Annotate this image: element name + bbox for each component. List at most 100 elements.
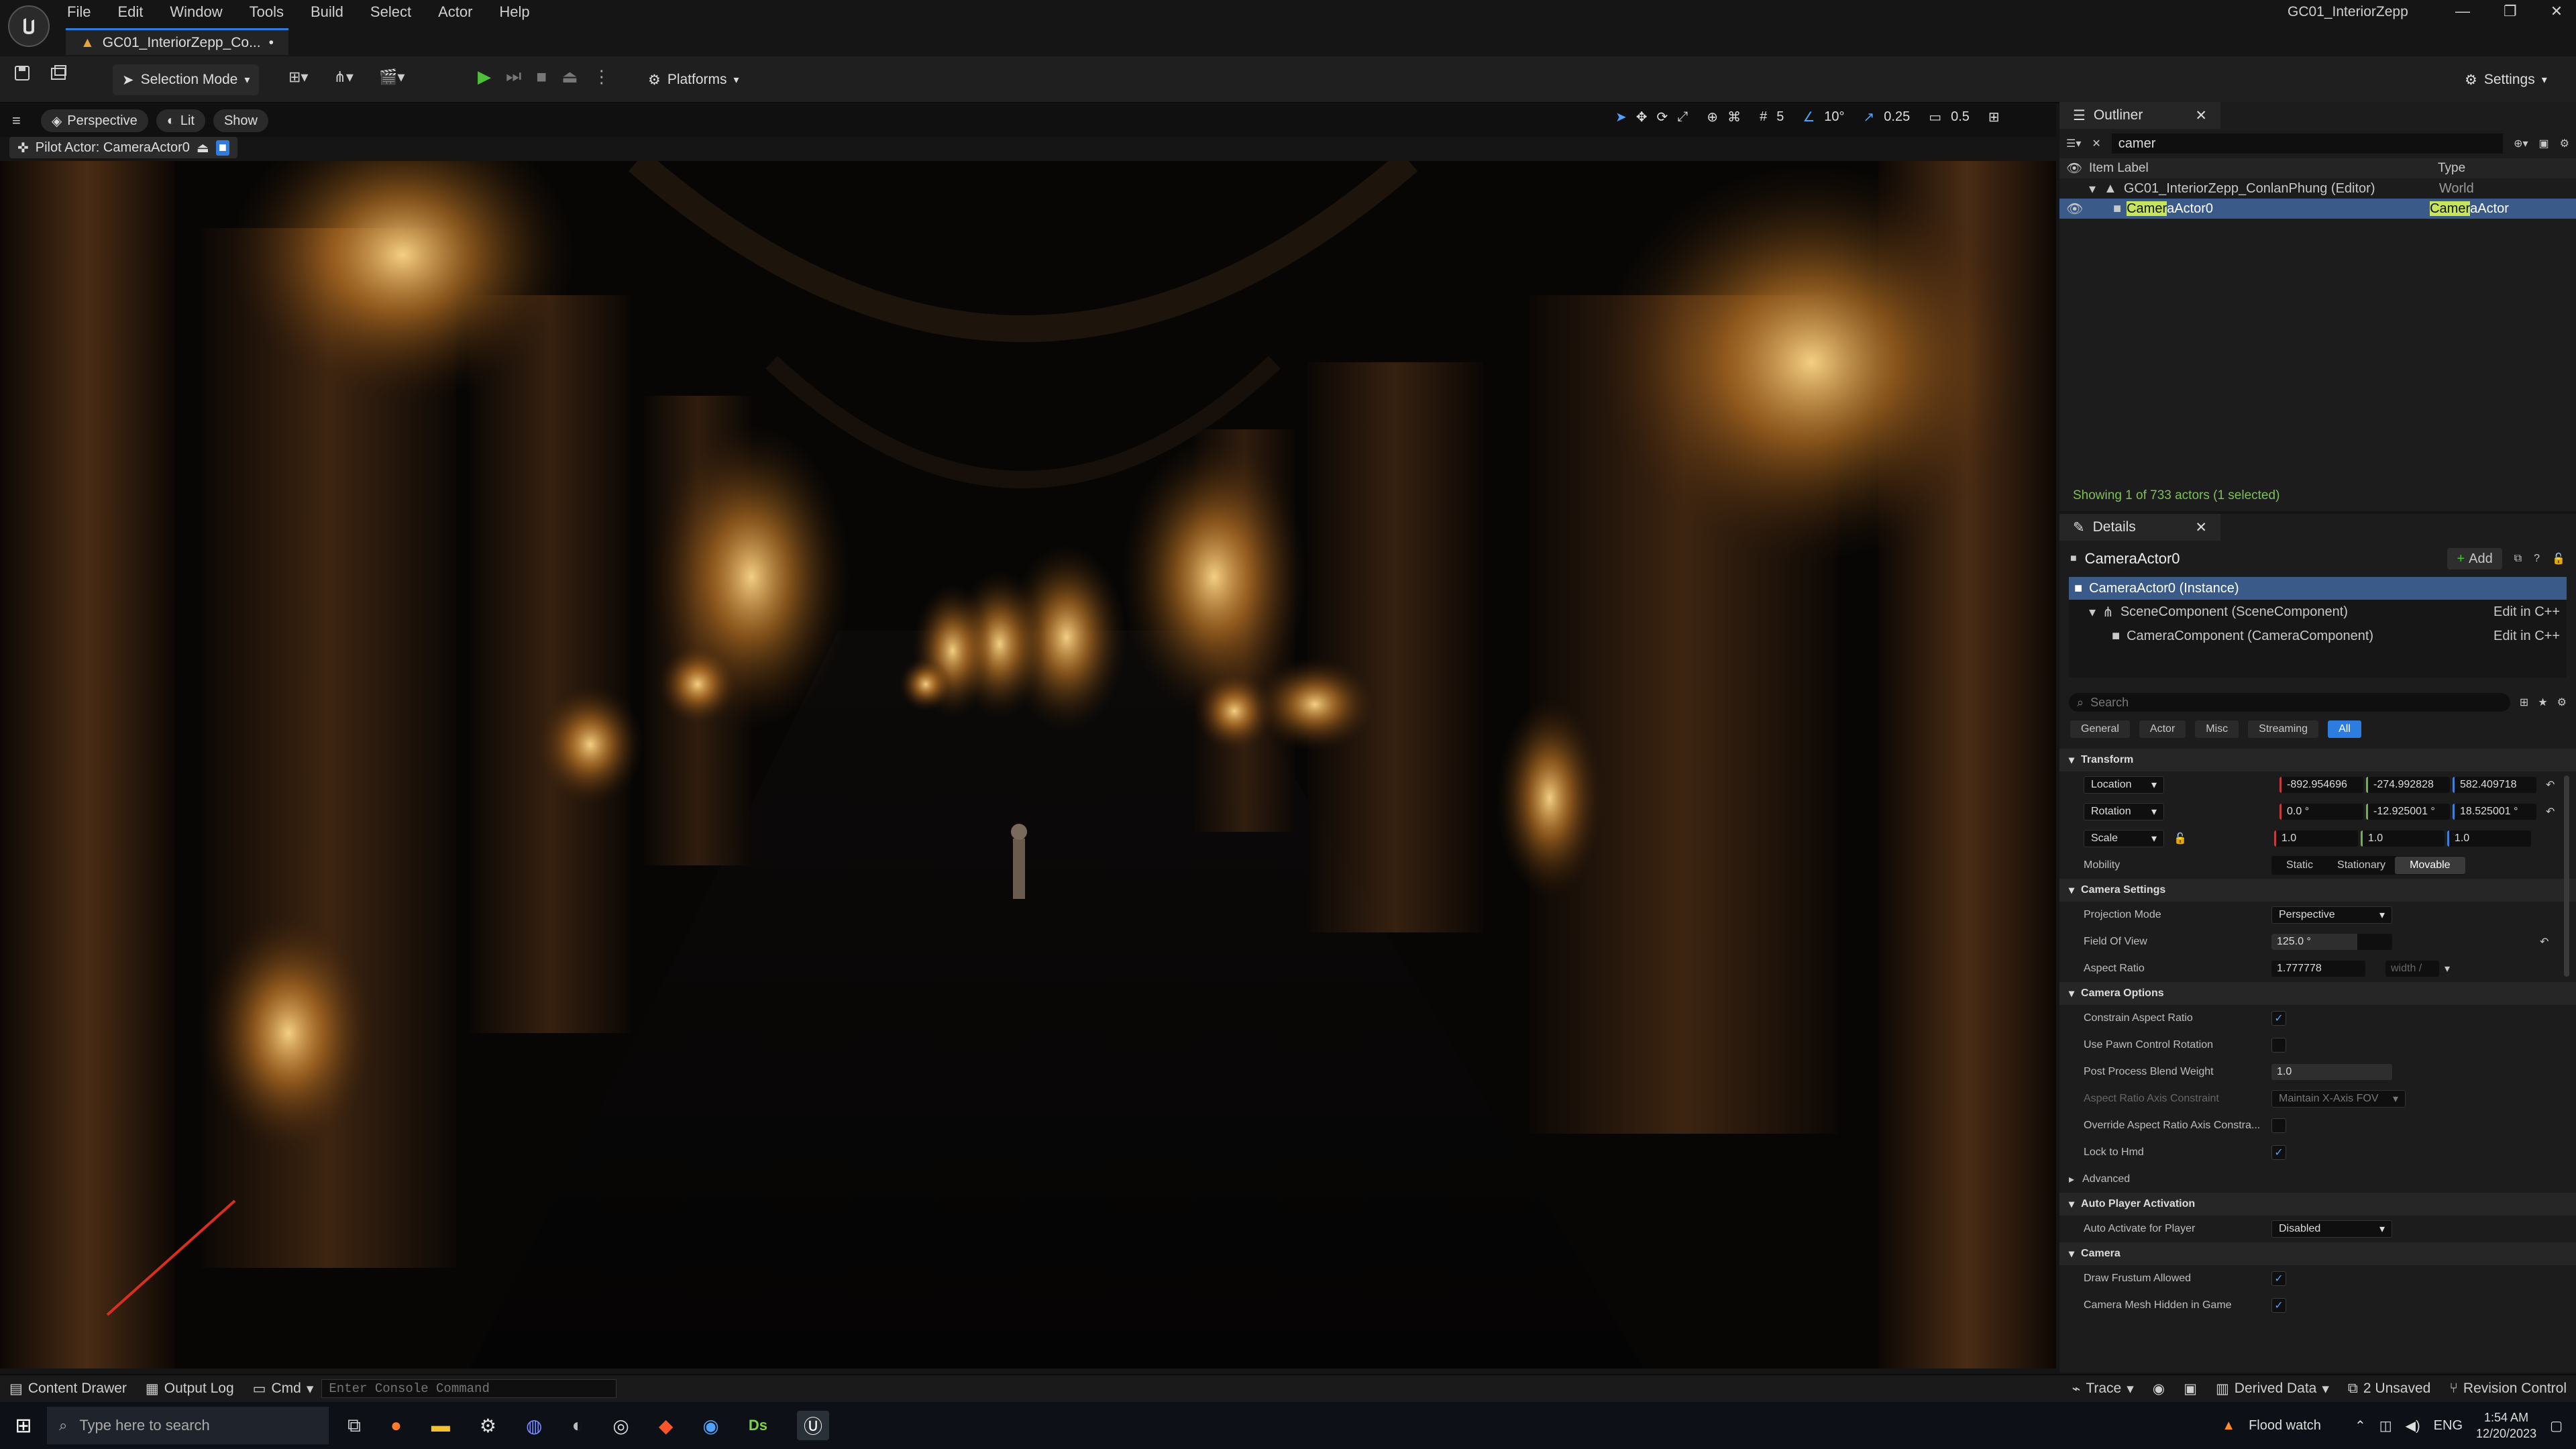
file-explorer-icon[interactable]: ▬ bbox=[431, 1415, 450, 1436]
scale-x[interactable]: 1.0 bbox=[2273, 830, 2358, 847]
notifications-icon[interactable]: ▢ bbox=[2550, 1417, 2563, 1434]
camera-options-header[interactable]: ▾ Camera Options bbox=[2059, 982, 2576, 1005]
app-icon[interactable]: ◉ bbox=[702, 1415, 718, 1437]
outliner-search-input[interactable] bbox=[2111, 133, 2504, 154]
camera-settings-header[interactable]: ▾ Camera Settings bbox=[2059, 879, 2576, 902]
close-tab-icon[interactable]: ✕ bbox=[2195, 107, 2207, 124]
menu-select[interactable]: Select bbox=[370, 3, 411, 21]
scale-snap-value[interactable]: 0.25 bbox=[1884, 109, 1910, 125]
show-button[interactable]: Show bbox=[213, 109, 268, 132]
tray-chevron-icon[interactable]: ⌃ bbox=[2355, 1417, 2366, 1434]
component-camera[interactable]: ■ CameraComponent (CameraComponent) Edit… bbox=[2069, 624, 2567, 648]
aspect-secondary[interactable]: width / bbox=[2385, 961, 2439, 977]
grid-snap-icon[interactable]: # bbox=[1760, 109, 1767, 125]
rotate-tool-icon[interactable]: ⟳ bbox=[1657, 109, 1668, 125]
cinematics-icon[interactable]: 🎬▾ bbox=[379, 68, 405, 86]
rotation-dropdown[interactable]: Rotation ▾ bbox=[2084, 803, 2164, 820]
camera-icon[interactable]: ■ bbox=[215, 140, 229, 156]
advanced-row[interactable]: ▸ Advanced bbox=[2059, 1166, 2576, 1193]
clear-search-icon[interactable]: ✕ bbox=[2092, 137, 2100, 150]
aspect-input[interactable]: 1.777778 bbox=[2271, 961, 2365, 977]
filter-all[interactable]: All bbox=[2328, 720, 2361, 738]
component-scene[interactable]: ▾ ⋔ SceneComponent (SceneComponent) Edit… bbox=[2069, 600, 2567, 624]
filter-icon[interactable]: ☰▾ bbox=[2066, 137, 2081, 150]
output-log-button[interactable]: ▦ Output Log bbox=[146, 1381, 234, 1397]
camera-status-icon[interactable]: ▣ bbox=[2184, 1381, 2197, 1397]
viewport-scene[interactable] bbox=[0, 161, 2056, 1368]
col-item-label[interactable]: Item Label bbox=[2089, 161, 2438, 176]
save-icon[interactable] bbox=[13, 64, 31, 82]
task-view-icon[interactable]: ⧉ bbox=[347, 1415, 361, 1437]
frustum-checkbox[interactable]: ✓ bbox=[2271, 1271, 2286, 1286]
more-options-icon[interactable]: ⋮ bbox=[593, 66, 610, 87]
add-filter-icon[interactable]: ⊕▾ bbox=[2514, 137, 2528, 150]
scale-lock-icon[interactable]: 🔓 bbox=[2174, 832, 2187, 845]
play-icon[interactable]: ▶ bbox=[478, 66, 491, 87]
browse-icon[interactable] bbox=[50, 64, 68, 82]
details-tab[interactable]: ✎ Details ✕ bbox=[2059, 514, 2220, 541]
menu-file[interactable]: File bbox=[67, 3, 91, 21]
expand-arrow-icon[interactable]: ▾ bbox=[2089, 604, 2096, 621]
unreal-taskbar-icon[interactable]: Ⓤ bbox=[796, 1411, 829, 1440]
perspective-button[interactable]: ◈ Perspective bbox=[40, 109, 148, 132]
chevron-down-icon[interactable]: ▾ bbox=[2445, 962, 2450, 975]
transform-header[interactable]: ▾ Transform bbox=[2059, 749, 2576, 771]
stop-icon[interactable]: ■ bbox=[536, 66, 547, 87]
auto-activate-dropdown[interactable]: Disabled ▾ bbox=[2271, 1220, 2392, 1238]
reset-icon[interactable]: ↶ bbox=[2540, 935, 2548, 949]
world-icon[interactable]: ⊕ bbox=[1707, 109, 1718, 125]
network-icon[interactable]: ◫ bbox=[2379, 1417, 2392, 1434]
fov-slider[interactable]: 125.0 ° bbox=[2271, 934, 2392, 950]
blueprint-icon[interactable]: ⋔▾ bbox=[333, 68, 353, 86]
trace-button[interactable]: ⌁ Trace ▾ bbox=[2072, 1381, 2134, 1397]
maximize-icon[interactable]: ❐ bbox=[2504, 3, 2517, 20]
steam-icon[interactable]: ◐ bbox=[572, 1415, 583, 1436]
mobility-static[interactable]: Static bbox=[2271, 859, 2328, 871]
projection-dropdown[interactable]: Perspective ▾ bbox=[2271, 906, 2392, 924]
outliner-row-world[interactable]: ▾ ▲ GC01_InteriorZepp_ConlanPhung (Edito… bbox=[2059, 178, 2576, 199]
rotation-snap-icon[interactable]: ∠ bbox=[1803, 109, 1815, 125]
filter-streaming[interactable]: Streaming bbox=[2248, 720, 2319, 738]
lock-icon[interactable]: 🔓 bbox=[2552, 552, 2565, 566]
filter-actor[interactable]: Actor bbox=[2139, 720, 2186, 738]
blueprint-icon[interactable]: ⧉ bbox=[2514, 553, 2522, 565]
rotation-x[interactable]: 0.0 ° bbox=[2279, 804, 2363, 820]
github-icon[interactable]: ◎ bbox=[612, 1415, 629, 1437]
lit-button[interactable]: ◐ Lit bbox=[156, 109, 205, 132]
mesh-hidden-checkbox[interactable]: ✓ bbox=[2271, 1298, 2286, 1313]
axis-constraint-dropdown[interactable]: Maintain X-Axis FOV ▾ bbox=[2271, 1090, 2406, 1108]
settings-button[interactable]: ⚙ Settings ▾ bbox=[2455, 64, 2557, 95]
help-icon[interactable]: ? bbox=[2534, 553, 2540, 565]
derived-data-button[interactable]: ▥ Derived Data ▾ bbox=[2216, 1381, 2329, 1397]
clock[interactable]: 1:54 AM 12/20/2023 bbox=[2476, 1409, 2536, 1442]
expand-arrow-icon[interactable]: ▾ bbox=[2089, 180, 2096, 197]
component-instance[interactable]: ■ CameraActor0 (Instance) bbox=[2069, 577, 2567, 600]
lang-label[interactable]: ENG bbox=[2434, 1418, 2463, 1434]
mobility-movable[interactable]: Movable bbox=[2395, 857, 2465, 874]
platforms-button[interactable]: ⚙ Platforms ▾ bbox=[639, 64, 749, 95]
camera-speed-value[interactable]: 0.5 bbox=[1951, 109, 1970, 125]
select-tool-icon[interactable]: ➤ bbox=[1615, 109, 1627, 125]
constrain-checkbox[interactable]: ✓ bbox=[2271, 1011, 2286, 1026]
cmd-button[interactable]: ▭ Cmd ▾ bbox=[253, 1381, 314, 1397]
weather-label[interactable]: Flood watch bbox=[2249, 1418, 2321, 1434]
details-scrollbar[interactable] bbox=[2564, 775, 2569, 977]
details-search[interactable]: ⌕ Search bbox=[2069, 693, 2510, 712]
outliner-row-camera[interactable]: 👁 ■ CameraActor0 CameraActor bbox=[2059, 199, 2576, 219]
hamburger-icon[interactable]: ≡ bbox=[12, 112, 21, 129]
scale-snap-icon[interactable]: ↗ bbox=[1864, 109, 1875, 125]
blend-weight-input[interactable]: 1.0 bbox=[2271, 1064, 2392, 1080]
override-axis-checkbox[interactable] bbox=[2271, 1118, 2286, 1133]
pawn-rotation-checkbox[interactable] bbox=[2271, 1038, 2286, 1053]
level-tab[interactable]: ▲ GC01_InteriorZepp_Co... • bbox=[66, 28, 288, 55]
visibility-icon[interactable]: 👁 bbox=[2066, 160, 2089, 176]
camera-header[interactable]: ▾ Camera bbox=[2059, 1242, 2576, 1265]
menu-window[interactable]: Window bbox=[170, 3, 222, 21]
menu-tools[interactable]: Tools bbox=[250, 3, 284, 21]
filter-general[interactable]: General bbox=[2070, 720, 2130, 738]
rotation-y[interactable]: -12.925001 ° bbox=[2366, 804, 2450, 820]
selection-mode-button[interactable]: ➤ Selection Mode ▾ bbox=[113, 64, 260, 95]
filter-misc[interactable]: Misc bbox=[2195, 720, 2239, 738]
location-z[interactable]: 582.409718 bbox=[2453, 777, 2536, 793]
brave-icon[interactable]: ◆ bbox=[659, 1415, 674, 1437]
